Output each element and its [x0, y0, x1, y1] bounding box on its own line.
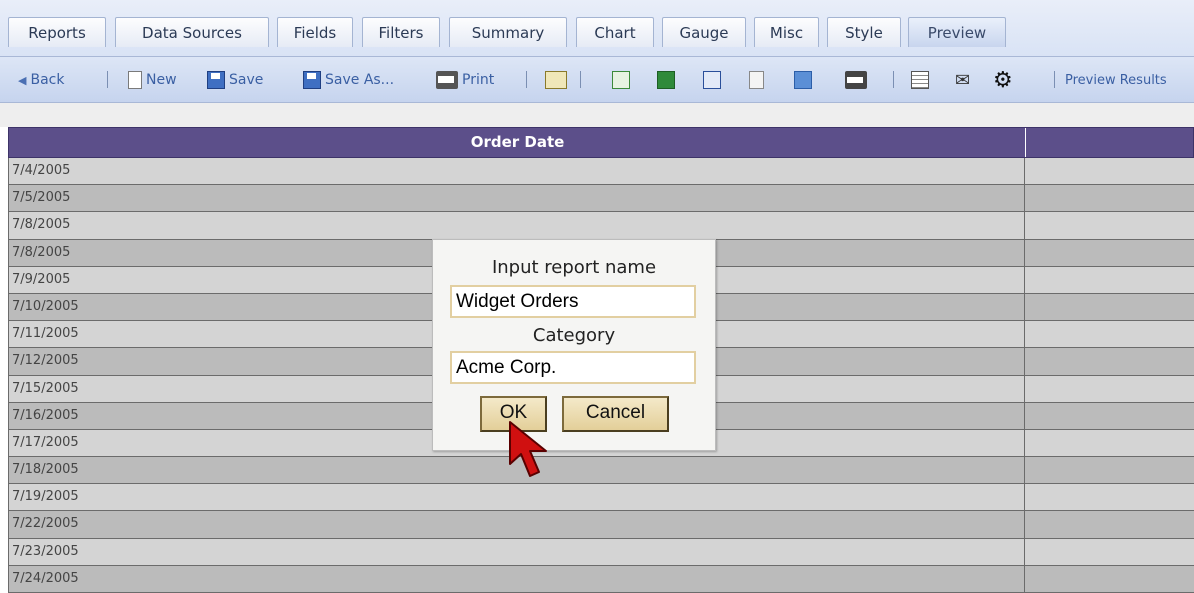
order-date-cell: 7/23/2005 — [8, 538, 1024, 565]
save-label: Save — [229, 72, 264, 88]
tab-misc[interactable]: Misc — [754, 17, 819, 47]
table-row[interactable]: 7/24/2005 — [8, 565, 1194, 593]
tab-style[interactable]: Style — [827, 17, 901, 47]
tab-preview[interactable]: Preview — [908, 17, 1006, 47]
table-row[interactable]: 7/8/2005 — [8, 212, 1194, 240]
export-image-button[interactable] — [794, 57, 812, 103]
save-report-dialog: Input report name Category OK Cancel — [432, 239, 716, 451]
extra-column-cell — [1024, 266, 1194, 293]
tab-summary[interactable]: Summary — [449, 17, 567, 47]
tab-strip: Reports Data Sources Fields Filters Summ… — [0, 0, 1194, 56]
back-arrow-icon: ◀ — [18, 73, 27, 87]
extra-column-cell — [1024, 158, 1194, 185]
mouse-pointer-icon — [509, 421, 547, 477]
order-date-cell: 7/24/2005 — [8, 565, 1024, 592]
tab-data-sources[interactable]: Data Sources — [115, 17, 269, 47]
floppy-disk-icon — [207, 71, 225, 89]
table-view-button[interactable] — [911, 57, 929, 103]
print-button[interactable]: Print — [436, 57, 494, 103]
excel-icon — [657, 71, 675, 89]
back-button[interactable]: ◀ Back — [18, 57, 64, 103]
gear-icon: ⚙ — [993, 67, 1013, 93]
extra-column-cell — [1024, 402, 1194, 429]
rtf-icon — [845, 71, 867, 89]
table-icon — [911, 71, 929, 89]
pdf-print-icon — [436, 71, 458, 89]
extra-column-cell — [1024, 348, 1194, 375]
save-as-label: Save As... — [325, 72, 395, 88]
back-label: Back — [30, 72, 65, 88]
extra-column-cell — [1024, 239, 1194, 266]
toolbar-separator — [580, 71, 581, 88]
extra-column-cell — [1024, 212, 1194, 239]
export-xml-button[interactable] — [749, 57, 764, 103]
column-divider — [1025, 128, 1026, 157]
envelope-icon: ✉ — [955, 69, 971, 91]
report-name-label: Input report name — [491, 257, 657, 278]
sql-button[interactable] — [545, 57, 567, 103]
preview-results-link[interactable]: Preview Results — [1065, 57, 1167, 103]
export-rtf-button[interactable] — [845, 57, 867, 103]
email-button[interactable]: ✉ — [955, 57, 970, 103]
table-row[interactable]: 7/19/2005 — [8, 484, 1194, 512]
tab-fields[interactable]: Fields — [277, 17, 353, 47]
toolbar-separator — [526, 71, 527, 88]
word-icon — [703, 71, 721, 89]
new-label: New — [146, 72, 177, 88]
spreadsheet-icon — [612, 71, 630, 89]
export-csv-button[interactable] — [612, 57, 630, 103]
tab-filters[interactable]: Filters — [362, 17, 440, 47]
order-date-cell: 7/4/2005 — [8, 158, 1024, 185]
tab-reports[interactable]: Reports — [8, 17, 106, 47]
extra-column-cell — [1024, 185, 1194, 212]
sql-icon — [545, 71, 567, 89]
preview-results-label: Preview Results — [1065, 72, 1167, 88]
save-button[interactable]: Save — [207, 57, 263, 103]
extra-column-cell — [1024, 511, 1194, 538]
extra-column-cell — [1024, 457, 1194, 484]
order-date-cell: 7/8/2005 — [8, 212, 1024, 239]
image-icon — [794, 71, 812, 89]
floppy-disk-icon — [303, 71, 321, 89]
settings-button[interactable]: ⚙ — [993, 57, 1013, 103]
new-document-icon — [128, 71, 142, 89]
extra-column-cell — [1024, 565, 1194, 592]
extra-column-cell — [1024, 321, 1194, 348]
table-row[interactable]: 7/18/2005 — [8, 457, 1194, 485]
extra-column-cell — [1024, 484, 1194, 511]
category-label: Category — [532, 325, 616, 346]
category-input[interactable] — [450, 351, 696, 384]
tab-gauge[interactable]: Gauge — [662, 17, 746, 47]
extra-column-cell — [1024, 293, 1194, 321]
table-row[interactable]: 7/5/2005 — [8, 185, 1194, 213]
document-icon — [749, 71, 764, 89]
print-label: Print — [462, 72, 495, 88]
save-as-button[interactable]: Save As... — [303, 57, 394, 103]
order-date-cell: 7/22/2005 — [8, 511, 1024, 538]
cancel-button[interactable]: Cancel — [562, 396, 669, 432]
extra-column-cell — [1024, 429, 1194, 457]
extra-column-cell — [1024, 538, 1194, 565]
new-button[interactable]: New — [128, 57, 177, 103]
toolbar: ◀ Back New Save Save As... Print ✉ ⚙ Pre… — [0, 57, 1194, 103]
table-row[interactable]: 7/22/2005 — [8, 511, 1194, 539]
export-word-button[interactable] — [703, 57, 721, 103]
order-date-cell: 7/5/2005 — [8, 185, 1024, 212]
extra-column-cell — [1024, 375, 1194, 402]
table-row[interactable]: 7/4/2005 — [8, 158, 1194, 186]
table-row[interactable]: 7/23/2005 — [8, 538, 1194, 566]
report-name-input[interactable] — [450, 285, 696, 318]
export-excel-button[interactable] — [657, 57, 675, 103]
tab-chart[interactable]: Chart — [576, 17, 654, 47]
grid-header: Order Date — [8, 127, 1194, 158]
column-header-order-date[interactable]: Order Date — [9, 128, 1026, 157]
toolbar-spacer — [0, 103, 1194, 127]
toolbar-separator — [1054, 71, 1055, 88]
order-date-cell: 7/19/2005 — [8, 484, 1024, 511]
toolbar-separator — [893, 71, 894, 88]
toolbar-separator — [107, 71, 108, 88]
